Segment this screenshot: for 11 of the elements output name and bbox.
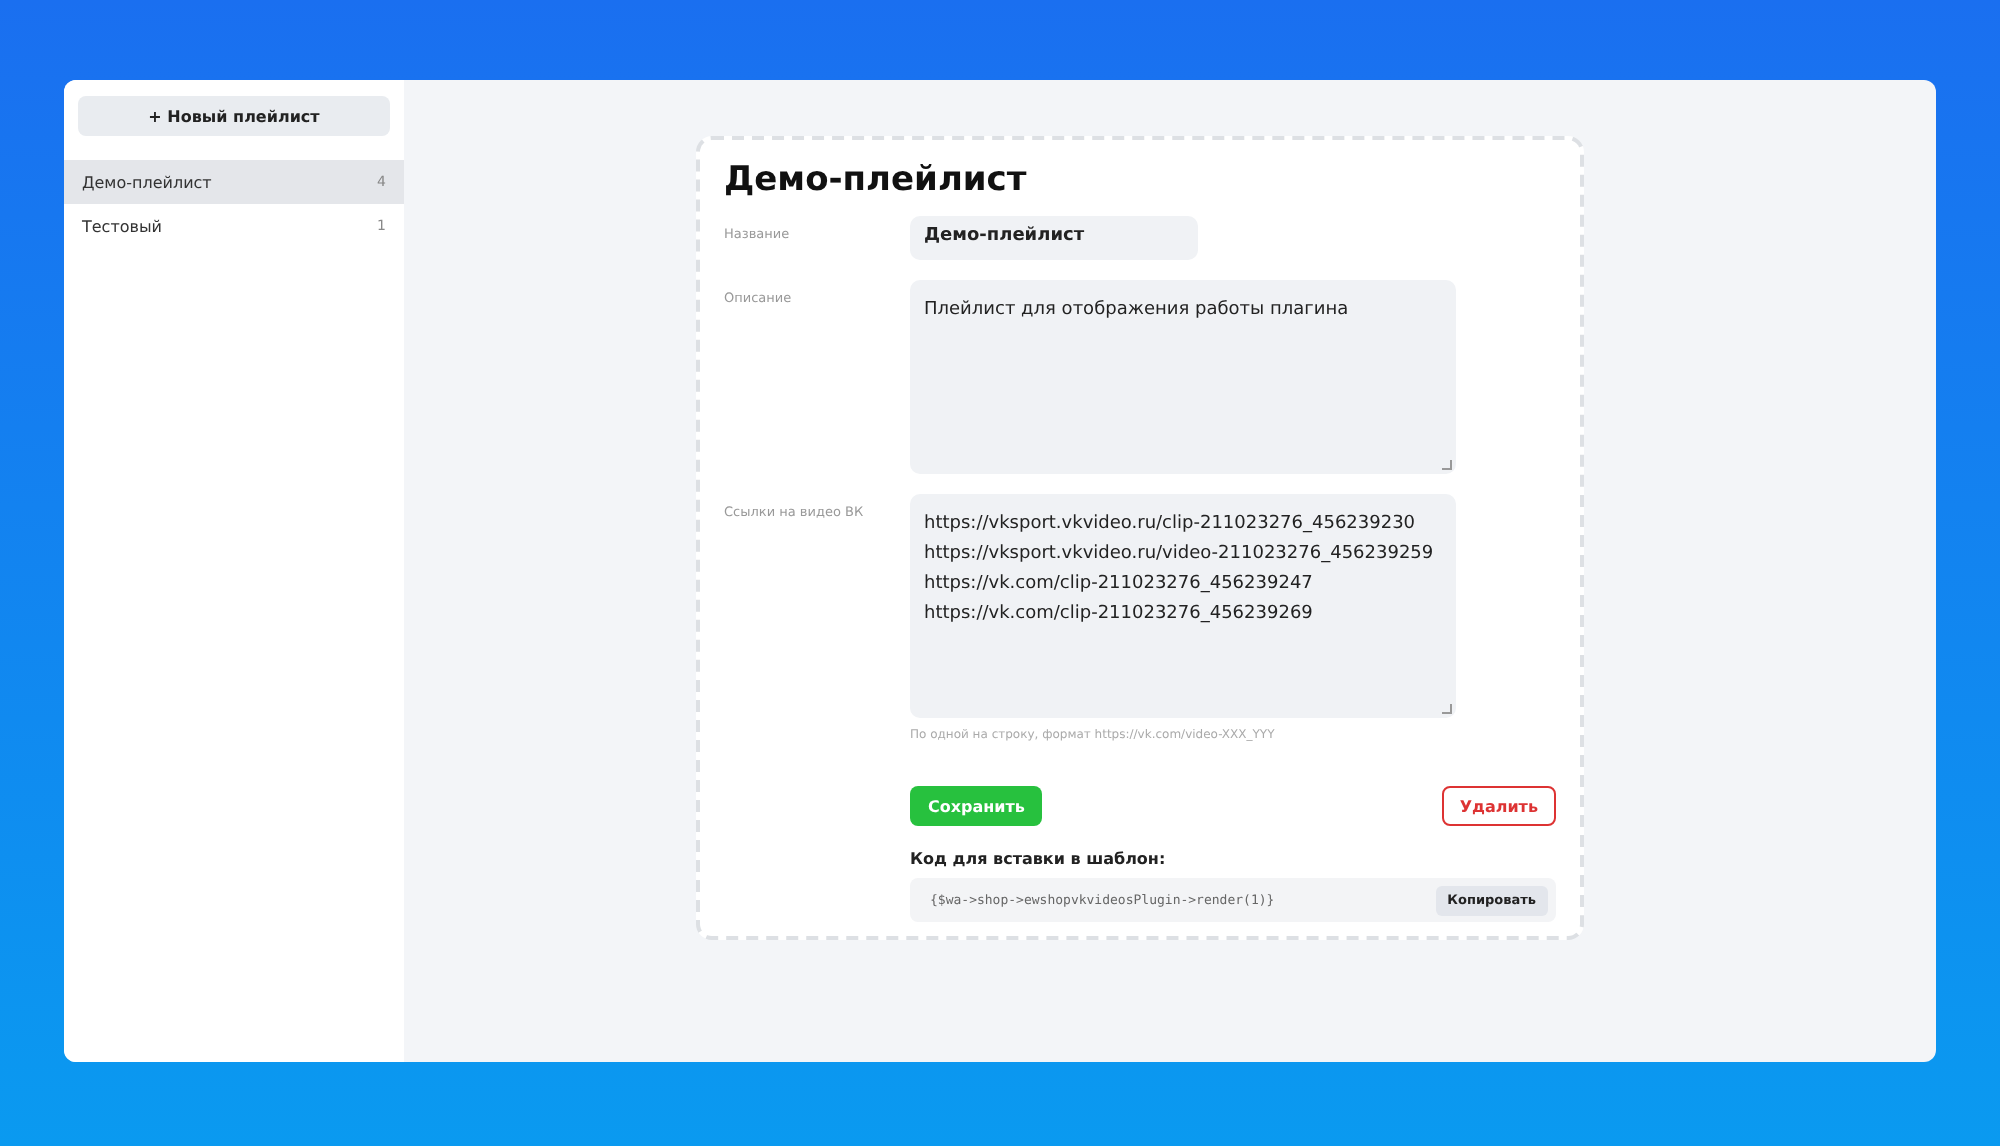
playlist-title: Демо-плейлист	[724, 160, 1029, 200]
description-field[interactable]: Плейлист для отображения работы плагина	[910, 280, 1456, 474]
playlist-name: Тестовый	[82, 217, 162, 235]
resize-grip-icon[interactable]	[1442, 704, 1452, 714]
code-label: Код для вставки в шаблон:	[910, 850, 1168, 868]
delete-button[interactable]: Удалить	[1441, 786, 1556, 826]
name-field[interactable]: Демо-плейлист	[910, 216, 1198, 260]
new-playlist-button[interactable]: + Новый плейлист	[78, 96, 390, 136]
resize-grip-icon[interactable]	[1442, 460, 1452, 470]
playlist-name: Демо-плейлист	[82, 173, 212, 191]
links-field[interactable]: https://vksport.vkvideo.ru/clip-211023276_456239230 https://vksport.vkvideo.ru/video-211023276_456239259 https://vk.com/clip-211023276_456239247 https://vk.com/clip-211023276_456239269	[910, 494, 1456, 718]
